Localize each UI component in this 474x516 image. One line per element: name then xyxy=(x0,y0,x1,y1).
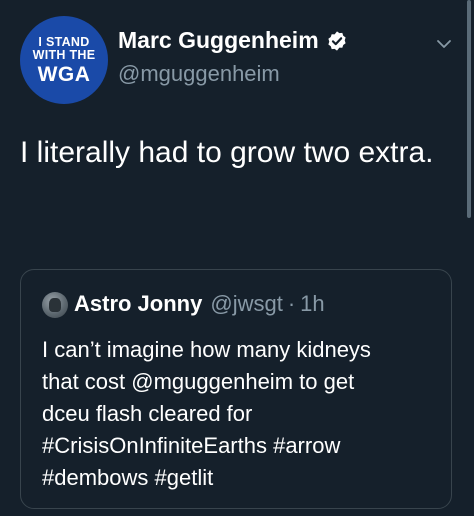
quoted-separator: · xyxy=(287,291,296,316)
avatar-text-line3: WGA xyxy=(37,62,91,86)
chevron-down-icon[interactable] xyxy=(436,36,452,52)
quoted-avatar-figure xyxy=(49,298,61,312)
quoted-tweet-text: I can’t imagine how many kidneys that co… xyxy=(42,334,442,494)
quoted-text-line: that cost @mguggenheim to get xyxy=(42,369,355,394)
quoted-tweet-header: Astro Jonny @jwsgt · 1h xyxy=(74,291,325,317)
quoted-author-name[interactable]: Astro Jonny xyxy=(74,291,202,317)
tweet-text: I literally had to grow two extra. xyxy=(20,136,434,169)
quoted-text-line: I can’t imagine how many kidneys xyxy=(42,337,371,362)
verified-badge-icon xyxy=(326,30,348,52)
quoted-text-line: #CrisisOnInfiniteEarths #arrow xyxy=(42,433,341,458)
avatar[interactable]: I STAND WITH THE WGA xyxy=(20,16,108,104)
author-name-text: Marc Guggenheim xyxy=(118,27,319,53)
author-handle[interactable]: @mguggenheim xyxy=(118,61,280,87)
author-display-name[interactable]: Marc Guggenheim xyxy=(118,27,348,54)
avatar-text-line2: WITH THE xyxy=(32,48,96,63)
quoted-timestamp[interactable]: 1h xyxy=(300,291,324,317)
scrollbar[interactable] xyxy=(467,0,471,218)
quoted-text-line: dceu flash cleared for xyxy=(42,401,253,426)
quoted-tweet-card[interactable]: Astro Jonny @jwsgt · 1h I can’t imagine … xyxy=(20,269,452,509)
quoted-text-line: #dembows #getlit xyxy=(42,465,214,490)
tweet: I STAND WITH THE WGA Marc Guggenheim @mg… xyxy=(0,0,474,516)
quoted-avatar[interactable] xyxy=(42,292,68,318)
quoted-author-handle[interactable]: @jwsgt xyxy=(210,291,282,317)
